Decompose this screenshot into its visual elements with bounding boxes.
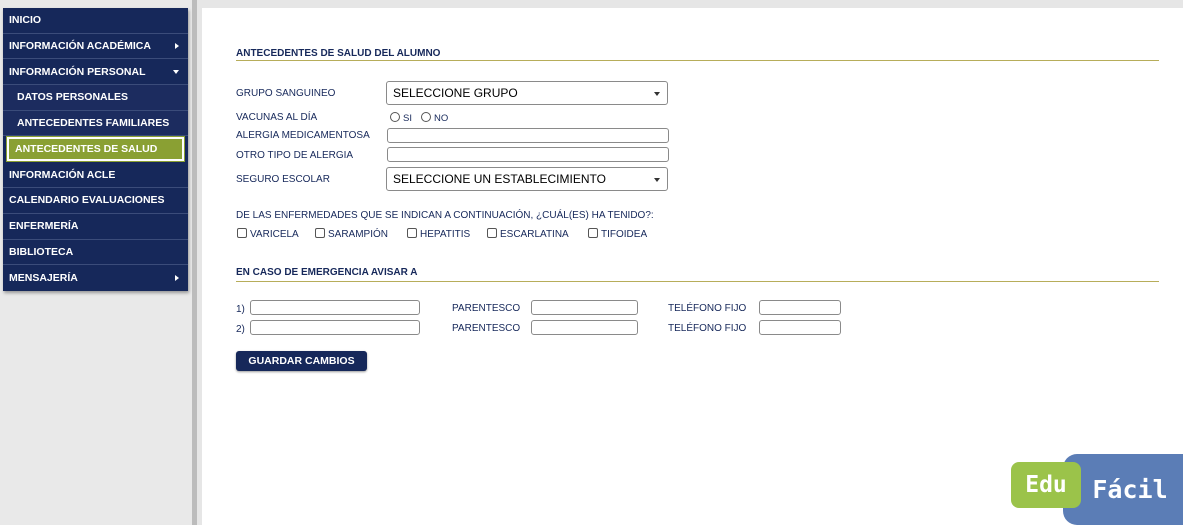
disease-label: TIFOIDEA	[601, 229, 648, 240]
disease-escarlatina-checkbox[interactable]	[487, 228, 497, 238]
sidebar-item-informacion-acle[interactable]: INFORMACIÓN ACLE	[3, 162, 188, 189]
disease-tifoidea-checkbox[interactable]	[588, 228, 598, 238]
vaccines-yes-label: SI	[403, 113, 412, 124]
blood-group-label: GRUPO SANGUINEO	[236, 88, 336, 99]
section-divider	[236, 281, 1159, 282]
phone-label: TELÉFONO FIJO	[668, 303, 747, 314]
sidebar-subitem-datos-personales[interactable]: DATOS PERSONALES	[3, 85, 188, 111]
edufacil-logo: Fácil Edu	[1011, 454, 1183, 525]
emergency-relation-1-input[interactable]	[531, 300, 638, 315]
sidebar-item-label: INFORMACIÓN ACADÉMICA	[9, 40, 151, 53]
sidebar-item-label: DATOS PERSONALES	[17, 91, 129, 104]
vaccines-label: VACUNAS AL DÍA	[236, 112, 318, 123]
sidebar-item-informacion-academica[interactable]: INFORMACIÓN ACADÉMICA	[3, 34, 188, 60]
insurance-select[interactable]: SELECCIONE UN ESTABLECIMIENTO	[386, 167, 668, 191]
drug-allergy-label: ALERGIA MEDICAMENTOSA	[236, 130, 370, 141]
drug-allergy-input[interactable]	[387, 128, 669, 143]
emergency-row-index: 1)	[236, 304, 245, 315]
other-allergy-input[interactable]	[387, 147, 669, 162]
insurance-label: SEGURO ESCOLAR	[236, 174, 330, 185]
insurance-value: SELECCIONE UN ESTABLECIMIENTO	[393, 172, 606, 186]
blood-group-value: SELECCIONE GRUPO	[393, 86, 518, 100]
sidebar-item-informacion-personal[interactable]: INFORMACIÓN PERSONAL	[3, 59, 188, 86]
relation-label: PARENTESCO	[452, 323, 521, 334]
emergency-phone-2-input[interactable]	[759, 320, 841, 335]
sidebar-item-label: INICIO	[9, 14, 42, 27]
logo-part-facil: Fácil	[1063, 454, 1183, 525]
sidebar-item-inicio[interactable]: INICIO	[3, 8, 188, 34]
emergency-name-1-input[interactable]	[250, 300, 420, 315]
section-title-health: ANTECEDENTES DE SALUD DEL ALUMNO	[236, 48, 441, 59]
relation-label: PARENTESCO	[452, 303, 521, 314]
main-panel: ANTECEDENTES DE SALUD DEL ALUMNO GRUPO S…	[202, 8, 1183, 525]
disease-label: ESCARLATINA	[500, 229, 569, 240]
emergency-phone-1-input[interactable]	[759, 300, 841, 315]
sidebar-subitem-antecedentes-salud[interactable]: ANTECEDENTES DE SALUD	[6, 136, 185, 163]
sidebar-item-label: MENSAJERÍA	[9, 272, 78, 285]
blood-group-select[interactable]: SELECCIONE GRUPO	[386, 81, 668, 105]
sidebar-item-label: INFORMACIÓN ACLE	[9, 168, 116, 181]
sidebar-item-mensajeria[interactable]: MENSAJERÍA	[3, 265, 188, 291]
sidebar-item-label: ENFERMERÍA	[9, 220, 79, 233]
vaccines-yes-radio[interactable]	[390, 112, 400, 122]
phone-label: TELÉFONO FIJO	[668, 323, 747, 334]
other-allergy-label: OTRO TIPO DE ALERGIA	[236, 150, 354, 161]
sidebar-subitem-antecedentes-familiares[interactable]: ANTECEDENTES FAMILIARES	[3, 110, 188, 137]
disease-hepatitis-checkbox[interactable]	[407, 228, 417, 238]
sidebar-item-label: ANTECEDENTES DE SALUD	[15, 143, 158, 156]
chevron-down-icon	[654, 92, 660, 96]
section-title-emergency: EN CASO DE EMERGENCIA AVISAR A	[236, 267, 418, 278]
sidebar-item-biblioteca[interactable]: BIBLIOTECA	[3, 240, 188, 266]
sidebar-menu: INICIO INFORMACIÓN ACADÉMICA INFORMACIÓN…	[3, 8, 188, 291]
sidebar-item-label: INFORMACIÓN PERSONAL	[9, 65, 146, 78]
emergency-relation-2-input[interactable]	[531, 320, 638, 335]
sidebar-item-label: BIBLIOTECA	[9, 245, 74, 258]
sidebar-item-enfermeria[interactable]: ENFERMERÍA	[3, 214, 188, 240]
chevron-right-icon	[175, 43, 179, 50]
section-divider	[236, 60, 1159, 61]
disease-varicela-checkbox[interactable]	[237, 228, 247, 238]
vaccines-no-radio[interactable]	[421, 112, 431, 122]
chevron-down-icon	[654, 178, 660, 182]
emergency-row-index: 2)	[236, 324, 245, 335]
vaccines-no-label: NO	[434, 113, 449, 124]
disease-sarampion-checkbox[interactable]	[315, 228, 325, 238]
sidebar-item-label: CALENDARIO EVALUACIONES	[9, 194, 165, 207]
sidebar-item-label: ANTECEDENTES FAMILIARES	[17, 117, 170, 130]
save-changes-button[interactable]: GUARDAR CAMBIOS	[236, 351, 367, 371]
sidebar: INICIO INFORMACIÓN ACADÉMICA INFORMACIÓN…	[0, 0, 197, 525]
emergency-name-2-input[interactable]	[250, 320, 420, 335]
chevron-down-icon	[173, 69, 179, 74]
chevron-right-icon	[175, 275, 179, 282]
diseases-question: DE LAS ENFERMEDADES QUE SE INDICAN A CON…	[236, 210, 654, 221]
disease-label: SARAMPIÓN	[328, 229, 389, 240]
disease-label: HEPATITIS	[420, 229, 471, 240]
logo-part-edu: Edu	[1011, 462, 1081, 508]
sidebar-item-calendario-evaluaciones[interactable]: CALENDARIO EVALUACIONES	[3, 188, 188, 214]
disease-label: VARICELA	[250, 229, 299, 240]
